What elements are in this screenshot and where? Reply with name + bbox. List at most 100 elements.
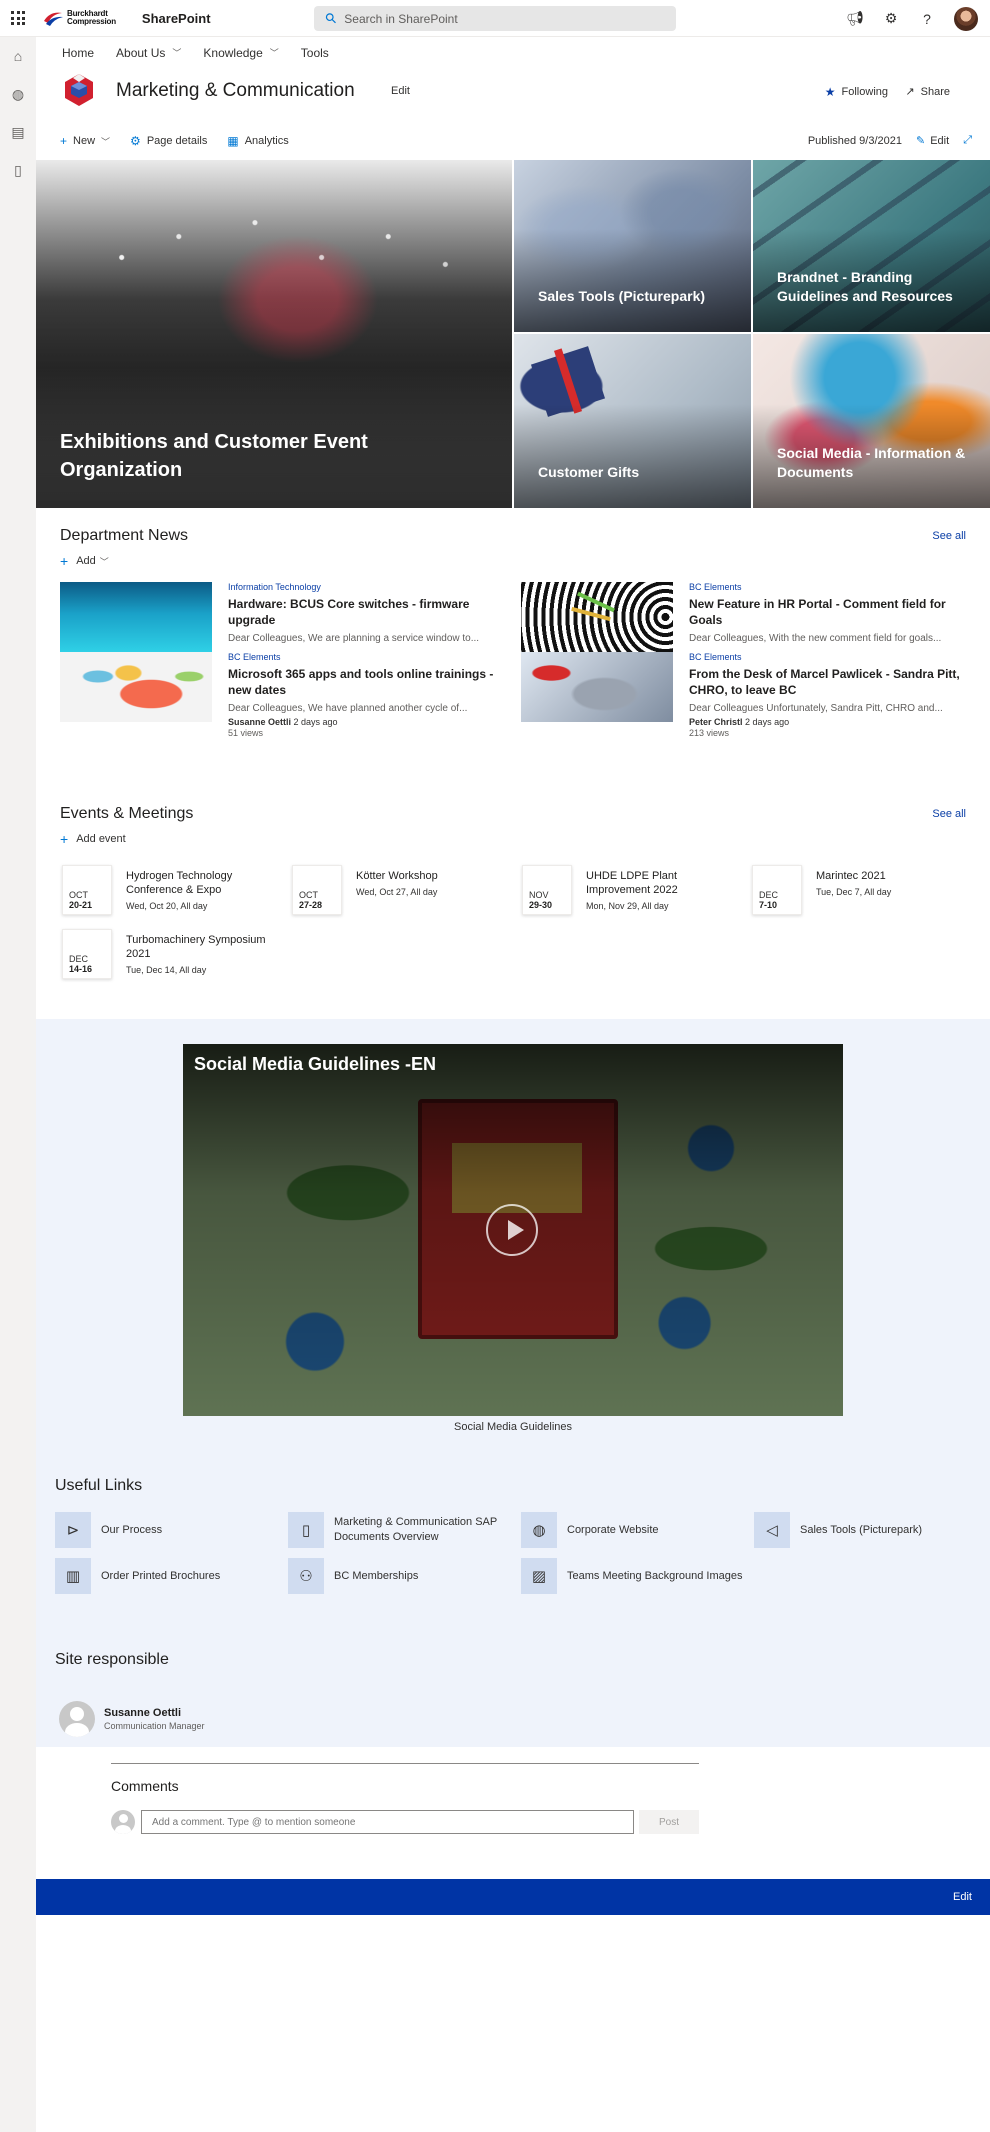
chevron-down-icon: ﹀ xyxy=(172,48,182,58)
share-button[interactable]: ↗ Share xyxy=(905,85,950,99)
department-news-section: Department News See all + Add ﹀ Informat… xyxy=(36,527,990,767)
event-item[interactable]: DEC 14-16 Turbomachinery Symposium 2021 … xyxy=(62,929,282,981)
event-item[interactable]: OCT 20-21 Hydrogen Technology Conference… xyxy=(62,865,282,917)
hero-tile-exhibitions[interactable]: Exhibitions and Customer Event Organizat… xyxy=(36,160,512,508)
search-box[interactable]: ⚲ Search in SharePoint xyxy=(314,6,676,31)
event-item[interactable]: OCT 27-28 Kötter Workshop Wed, Oct 27, A… xyxy=(292,865,512,917)
quick-link[interactable]: ◁ Sales Tools (Picturepark) xyxy=(754,1511,979,1549)
site-edit-link[interactable]: Edit xyxy=(391,85,410,97)
hero-tile-caption: Brandnet - Branding Guidelines and Resou… xyxy=(777,269,953,304)
gear-icon[interactable]: ⚙ xyxy=(882,10,900,27)
analytics-button[interactable]: ▦ Analytics xyxy=(227,134,288,148)
comment-input[interactable] xyxy=(141,1810,634,1834)
site-title[interactable]: Marketing & Communication xyxy=(116,80,355,102)
company-logo[interactable]: Burckhardt Compression xyxy=(42,9,116,27)
hero-tile-caption: Social Media - Information & Documents xyxy=(777,445,966,480)
events-see-all-link[interactable]: See all xyxy=(932,808,966,820)
home-icon[interactable]: ⌂ xyxy=(0,37,36,75)
hero-tile-social-media[interactable]: Social Media - Information & Documents xyxy=(753,334,990,508)
person-card[interactable]: Susanne Oettli Communication Manager xyxy=(59,1701,205,1737)
news-item[interactable]: BC Elements New Feature in HR Portal - C… xyxy=(521,582,961,652)
analytics-icon: ▦ xyxy=(227,134,239,148)
news-icon[interactable]: ▤ xyxy=(0,113,36,151)
event-when: Tue, Dec 14, All day xyxy=(126,965,207,975)
event-title: Turbomachinery Symposium 2021 xyxy=(126,934,266,960)
app-launcher-button[interactable] xyxy=(0,0,36,37)
section-title: Useful Links xyxy=(55,1477,143,1494)
news-category[interactable]: Information Technology xyxy=(228,582,500,592)
quick-link[interactable]: ◍ Corporate Website xyxy=(521,1511,746,1549)
person-role: Communication Manager xyxy=(104,1721,205,1731)
event-date-tile: OCT 20-21 xyxy=(62,865,112,915)
quick-link[interactable]: ⊳ Our Process xyxy=(55,1511,280,1549)
hero-tile-brandnet[interactable]: Brandnet - Branding Guidelines and Resou… xyxy=(753,160,990,332)
news-title[interactable]: From the Desk of Marcel Pawlicek - Sandr… xyxy=(689,666,961,698)
news-excerpt: Dear Colleagues, With the new comment fi… xyxy=(689,633,942,644)
page-icon[interactable]: ▯ xyxy=(0,151,36,189)
news-category[interactable]: BC Elements xyxy=(228,652,500,662)
news-title[interactable]: New Feature in HR Portal - Comment field… xyxy=(689,596,961,628)
section-title: Events & Meetings xyxy=(60,805,194,822)
nav-knowledge[interactable]: Knowledge ﹀ xyxy=(203,46,278,60)
highlight-band: Social Media Guidelines -EN Social Media… xyxy=(36,1019,990,1747)
edit-page-button[interactable]: ✎ Edit xyxy=(916,134,949,148)
event-title: Marintec 2021 xyxy=(816,870,886,882)
hero-tile-caption: Exhibitions and Customer Event Organizat… xyxy=(60,431,368,481)
expand-icon[interactable]: ⤢ xyxy=(963,134,972,147)
nav-about-us[interactable]: About Us ﹀ xyxy=(116,46,181,60)
globe-icon: ◍ xyxy=(521,1512,557,1548)
site-header: Marketing & Communication Edit ★ Followi… xyxy=(36,68,990,124)
event-item[interactable]: DEC 7-10 Marintec 2021 Tue, Dec 7, All d… xyxy=(752,865,972,917)
news-author[interactable]: Susanne Oettli xyxy=(228,717,291,727)
nav-home[interactable]: Home xyxy=(62,46,94,60)
app-name-link[interactable]: SharePoint xyxy=(142,11,211,26)
person-name: Susanne Oettli xyxy=(104,1707,182,1719)
add-event-button[interactable]: + Add event xyxy=(60,831,966,847)
command-bar: + New ﹀ ⚙ Page details ▦ Analytics Publi… xyxy=(36,124,990,160)
post-button[interactable]: Post xyxy=(639,1810,699,1834)
user-avatar[interactable] xyxy=(954,6,978,31)
page-details-button[interactable]: ⚙ Page details xyxy=(130,134,207,148)
news-title[interactable]: Microsoft 365 apps and tools online trai… xyxy=(228,666,500,698)
new-button[interactable]: + New ﹀ xyxy=(60,134,110,148)
events-section: Events & Meetings See all + Add event OC… xyxy=(36,805,990,1005)
person-avatar xyxy=(59,1701,95,1737)
news-excerpt: Dear Colleagues, We are planning a servi… xyxy=(228,633,480,644)
event-when: Mon, Nov 29, All day xyxy=(586,901,669,911)
event-item[interactable]: NOV 29-30 UHDE LDPE Plant Improvement 20… xyxy=(522,865,742,917)
gear-icon: ⚙ xyxy=(130,134,141,148)
footer-edit-link[interactable]: Edit xyxy=(953,1891,972,1903)
waffle-icon xyxy=(11,11,25,25)
section-title: Department News xyxy=(60,527,189,544)
news-author[interactable]: Peter Christl xyxy=(689,717,743,727)
nav-tools[interactable]: Tools xyxy=(301,46,329,60)
news-category[interactable]: BC Elements xyxy=(689,652,961,662)
news-item[interactable]: Information Technology Hardware: BCUS Co… xyxy=(60,582,500,652)
megaphone-icon[interactable]: 📢︎ xyxy=(846,10,864,27)
news-title[interactable]: Hardware: BCUS Core switches - firmware … xyxy=(228,596,500,628)
site-logo-cube-icon[interactable] xyxy=(63,73,95,107)
document-icon: ▯ xyxy=(288,1512,324,1548)
quick-link[interactable]: ⚇ BC Memberships xyxy=(288,1557,513,1595)
help-icon[interactable]: ? xyxy=(918,11,936,27)
quick-link[interactable]: ▨ Teams Meeting Background Images xyxy=(521,1557,746,1595)
following-button[interactable]: ★ Following xyxy=(825,85,888,99)
event-when: Wed, Oct 27, All day xyxy=(356,887,438,897)
video-player[interactable]: Social Media Guidelines -EN xyxy=(183,1044,843,1416)
news-category[interactable]: BC Elements xyxy=(689,582,961,592)
section-title: Comments xyxy=(111,1778,179,1794)
news-see-all-link[interactable]: See all xyxy=(932,530,966,542)
news-thumbnail xyxy=(60,582,212,652)
hero-tile-sales-tools[interactable]: Sales Tools (Picturepark) xyxy=(514,160,751,332)
news-time: 2 days ago xyxy=(745,717,790,727)
news-item[interactable]: BC Elements Microsoft 365 apps and tools… xyxy=(60,652,500,738)
share-icon: ↗ xyxy=(905,86,915,98)
quick-link[interactable]: ▯ Marketing & Communication SAP Document… xyxy=(288,1511,513,1549)
add-news-button[interactable]: + Add ﹀ xyxy=(60,553,966,569)
play-icon[interactable] xyxy=(486,1204,538,1256)
news-item[interactable]: BC Elements From the Desk of Marcel Pawl… xyxy=(521,652,961,738)
globe-icon[interactable]: ◍ xyxy=(0,75,36,113)
quick-link[interactable]: ▥ Order Printed Brochures xyxy=(55,1557,280,1595)
event-date-tile: OCT 27-28 xyxy=(292,865,342,915)
hero-tile-customer-gifts[interactable]: Customer Gifts xyxy=(514,334,751,508)
